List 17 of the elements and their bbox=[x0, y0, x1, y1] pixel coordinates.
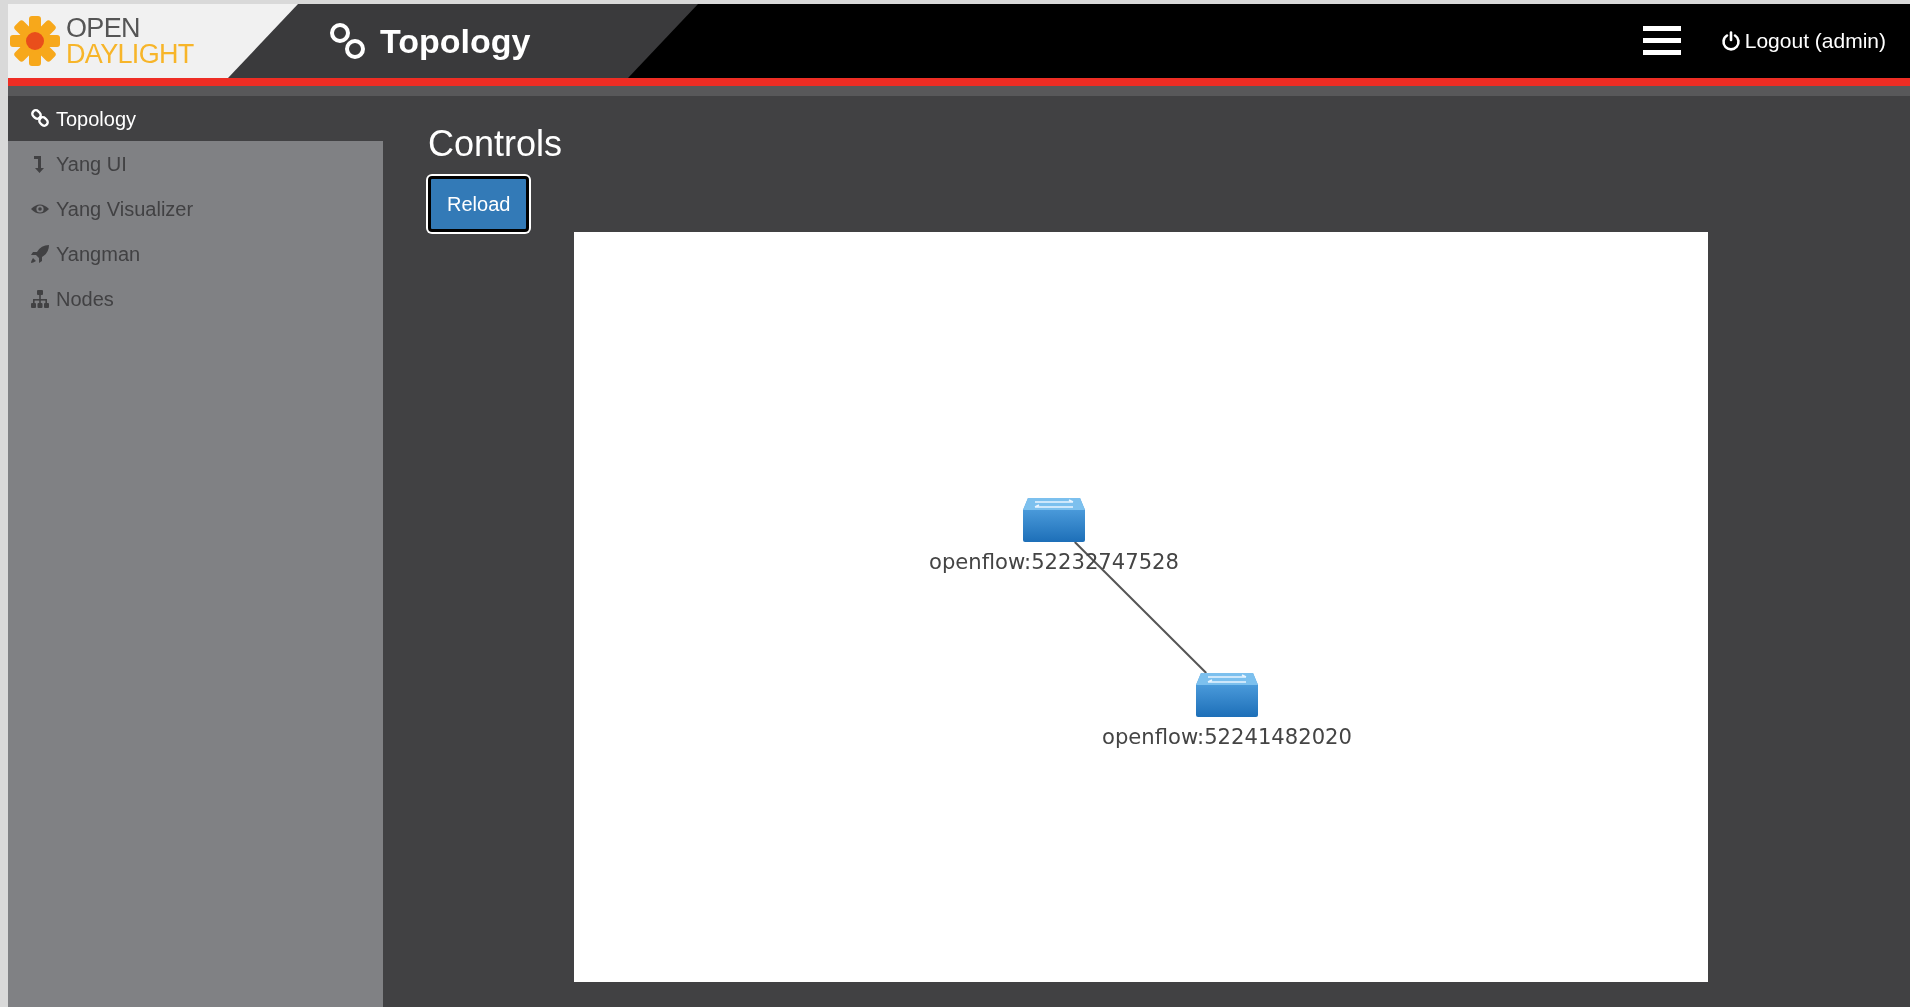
flower-icon bbox=[8, 14, 62, 68]
power-icon bbox=[1720, 31, 1741, 51]
reload-button[interactable]: Reload bbox=[428, 176, 530, 232]
logo-text: DAYLIGHT bbox=[66, 41, 194, 67]
link-icon bbox=[30, 108, 50, 129]
logout-button[interactable]: Logout (admin) bbox=[1720, 4, 1886, 78]
rocket-icon bbox=[30, 243, 50, 264]
header-title-icon bbox=[328, 21, 368, 61]
menu-icon bbox=[1642, 26, 1681, 56]
switch-icon[interactable] bbox=[1023, 498, 1085, 542]
section-title: Controls bbox=[428, 122, 564, 166]
sitemap-icon bbox=[30, 288, 50, 309]
sidebar-item[interactable]: Topology bbox=[8, 96, 383, 141]
logo-text: OPEN bbox=[66, 15, 141, 41]
switch-icon[interactable] bbox=[1196, 673, 1258, 717]
page-title: Topology bbox=[380, 20, 531, 62]
node-label: openflow:52241482020 bbox=[1102, 725, 1351, 749]
